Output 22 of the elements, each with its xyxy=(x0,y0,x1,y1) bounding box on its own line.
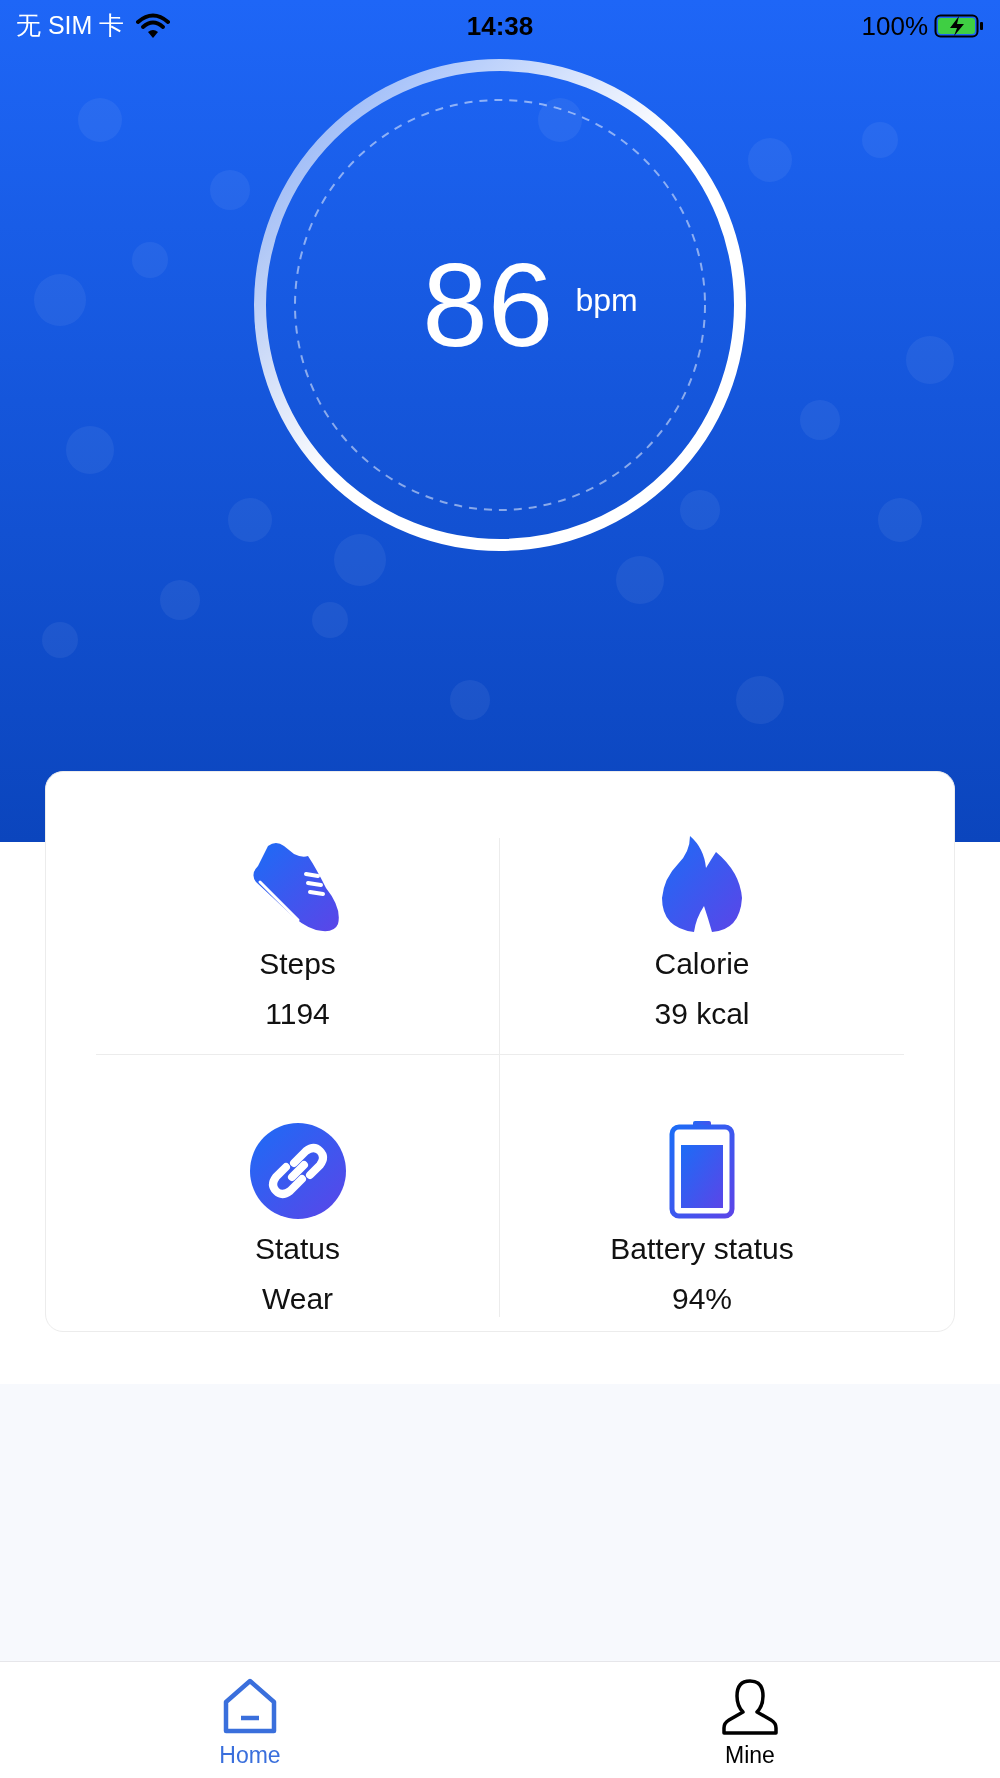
stat-value: 94% xyxy=(671,1281,732,1317)
stat-label: Calorie xyxy=(654,946,750,982)
battery-percentage: 100% xyxy=(861,9,928,43)
stat-label: Status xyxy=(254,1231,341,1267)
house-icon xyxy=(221,1678,279,1736)
clock-time: 14:38 xyxy=(466,9,534,43)
wifi-icon xyxy=(136,13,171,39)
tab-item[interactable]: Home xyxy=(0,1662,500,1778)
stat-value: 1194 xyxy=(265,996,330,1032)
stat-label: Steps xyxy=(259,946,336,982)
carrier-text: 无 SIM 卡 xyxy=(16,10,125,42)
flame-icon xyxy=(660,838,744,934)
person-icon xyxy=(721,1678,779,1736)
tab-item[interactable]: Mine xyxy=(500,1662,1000,1778)
link-icon xyxy=(249,1123,346,1219)
heart-rate-value: 86 xyxy=(422,246,554,364)
battery-icon xyxy=(669,1123,735,1219)
heart-rate-unit: bpm xyxy=(575,281,638,320)
stat-value: 39 kcal xyxy=(654,996,750,1032)
stat-label: Battery status xyxy=(610,1231,794,1267)
stat-value: Wear xyxy=(261,1281,334,1317)
charging-battery-icon xyxy=(934,13,984,39)
